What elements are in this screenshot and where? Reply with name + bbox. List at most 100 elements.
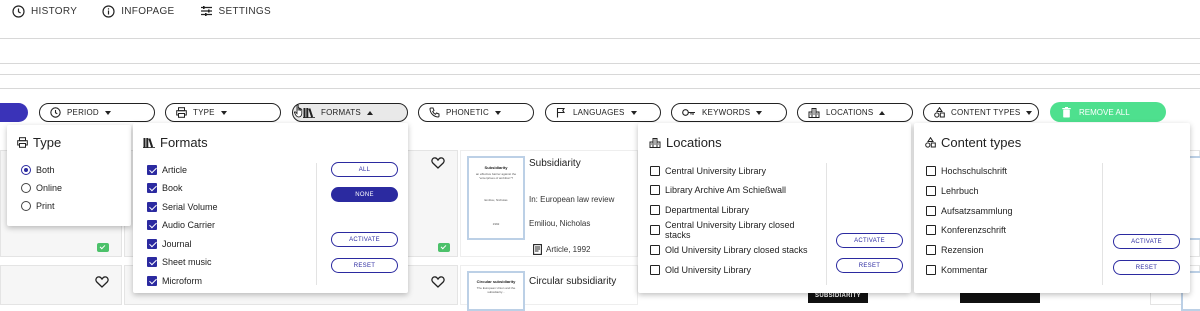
- filter-type-label: TYPE: [193, 108, 215, 117]
- content-type-label: Hochschulschrift: [941, 166, 1008, 176]
- radio[interactable]: [21, 183, 31, 193]
- filter-type[interactable]: TYPE: [165, 103, 281, 122]
- result-card[interactable]: [0, 265, 122, 305]
- checkbox[interactable]: [650, 245, 660, 255]
- content-type-option[interactable]: Lehrbuch: [926, 186, 979, 196]
- chevron-down-icon: [630, 110, 637, 115]
- filter-phonetic[interactable]: PHONETIC: [418, 103, 534, 122]
- type-option-label: Online: [36, 183, 63, 193]
- filter-period[interactable]: PERIOD: [39, 103, 155, 122]
- location-label: Library Archive Am Schießwall: [665, 185, 787, 195]
- content-type-option[interactable]: Aufsatzsammlung: [926, 206, 1013, 216]
- type-option-both[interactable]: Both: [21, 165, 55, 175]
- filter-content-types[interactable]: CONTENT TYPES: [923, 103, 1039, 122]
- checkbox[interactable]: [926, 186, 936, 196]
- hand-cursor-icon: [294, 104, 303, 118]
- result-card-circular-subsidiarity[interactable]: Circular subsidiarity The European Union…: [460, 265, 638, 311]
- reset-button[interactable]: RESET: [1113, 260, 1180, 275]
- type-option-print[interactable]: Print: [21, 201, 55, 211]
- checkbox[interactable]: [650, 225, 660, 235]
- checkbox[interactable]: [650, 166, 660, 176]
- reset-button[interactable]: RESET: [331, 258, 398, 273]
- activate-button[interactable]: ACTIVATE: [1113, 234, 1180, 249]
- location-option[interactable]: Library Archive Am Schießwall: [650, 185, 786, 195]
- type-option-online[interactable]: Online: [21, 183, 62, 193]
- checkbox-checked[interactable]: [147, 239, 157, 249]
- nav-history[interactable]: HISTORY: [12, 4, 77, 18]
- checkbox[interactable]: [926, 206, 936, 216]
- heart-icon[interactable]: [431, 157, 445, 169]
- search-button[interactable]: [0, 103, 28, 122]
- filter-locations[interactable]: LOCATIONS: [797, 103, 913, 122]
- select-all-button[interactable]: ALL: [331, 162, 398, 177]
- checkbox-checked[interactable]: [147, 202, 157, 212]
- checkbox[interactable]: [926, 166, 936, 176]
- format-microform[interactable]: Microform: [147, 276, 202, 286]
- content-type-label: Konferenzschrift: [941, 225, 1007, 235]
- locations-panel-title: Locations: [649, 135, 722, 150]
- books-icon: [143, 138, 155, 148]
- location-option[interactable]: Central University Library closed stacks: [650, 220, 810, 240]
- heart-icon[interactable]: [95, 276, 109, 288]
- heart-icon[interactable]: [431, 276, 445, 288]
- checkbox-checked[interactable]: [147, 276, 157, 286]
- checkbox[interactable]: [926, 245, 936, 255]
- nav-infopage[interactable]: INFOPAGE: [102, 4, 174, 18]
- location-option[interactable]: Old University Library closed stacks: [650, 245, 808, 255]
- article-icon: [533, 244, 542, 255]
- content-type-option[interactable]: Konferenzschrift: [926, 225, 1006, 235]
- radio-selected[interactable]: [21, 165, 31, 175]
- cover-image[interactable]: [960, 292, 1040, 303]
- content-type-option[interactable]: Hochschulschrift: [926, 166, 1007, 176]
- location-option[interactable]: Old University Library: [650, 265, 751, 275]
- result-title[interactable]: Subsidiarity: [529, 158, 581, 169]
- checkbox-checked[interactable]: [147, 257, 157, 267]
- filter-formats[interactable]: FORMATS: [292, 103, 408, 122]
- content-type-label: Lehrbuch: [941, 186, 979, 196]
- location-option[interactable]: Departmental Library: [650, 205, 749, 215]
- location-option[interactable]: Central University Library: [650, 166, 766, 176]
- format-label: Microform: [162, 276, 202, 286]
- nav-settings[interactable]: SETTINGS: [200, 5, 271, 17]
- checkbox[interactable]: [650, 205, 660, 215]
- checkbox-checked[interactable]: [147, 183, 157, 193]
- sliders-icon: [200, 6, 212, 16]
- content-type-option[interactable]: Kommentar: [926, 265, 988, 275]
- filter-languages[interactable]: LANGUAGES: [545, 103, 661, 122]
- checkbox[interactable]: [650, 265, 660, 275]
- location-label: Central University Library closed stacks: [665, 220, 795, 240]
- format-serial-volume[interactable]: Serial Volume: [147, 202, 218, 212]
- filter-formats-label: FORMATS: [321, 108, 361, 117]
- format-journal[interactable]: Journal: [147, 239, 192, 249]
- format-audio-carrier[interactable]: Audio Carrier: [147, 220, 215, 230]
- checkbox[interactable]: [926, 225, 936, 235]
- checkbox[interactable]: [650, 185, 660, 195]
- format-sheet-music[interactable]: Sheet music: [147, 257, 212, 267]
- format-article[interactable]: Article: [147, 165, 187, 175]
- activate-button[interactable]: ACTIVATE: [836, 233, 903, 248]
- result-cover-thumbnail[interactable]: Circular subsidiarity The European Union…: [467, 271, 525, 311]
- result-source: In: European law review: [529, 195, 615, 204]
- available-check-icon: [97, 243, 109, 252]
- radio[interactable]: [21, 201, 31, 211]
- library-building-icon: [649, 138, 661, 148]
- remove-all-button[interactable]: REMOVE ALL: [1050, 102, 1166, 122]
- formats-panel-title: Formats: [143, 135, 208, 150]
- result-title[interactable]: Circular subsidiarity: [529, 276, 616, 287]
- result-card-subsidiarity[interactable]: Subsidiarity an effective barrier agains…: [460, 150, 638, 257]
- checkbox[interactable]: [926, 265, 936, 275]
- content-type-option[interactable]: Rezension: [926, 245, 984, 255]
- format-book[interactable]: Book: [147, 183, 183, 193]
- formats-panel: Formats Article Book Serial Volume Audio…: [133, 123, 408, 293]
- select-none-button[interactable]: NONE: [331, 187, 398, 202]
- result-cover-thumbnail[interactable]: Subsidiarity an effective barrier agains…: [467, 156, 525, 240]
- result-author[interactable]: Emiliou, Nicholas: [529, 219, 590, 228]
- checkbox-checked[interactable]: [147, 165, 157, 175]
- activate-button[interactable]: ACTIVATE: [331, 232, 398, 247]
- chevron-down-icon: [756, 110, 763, 115]
- divider: [0, 38, 1200, 39]
- reset-button[interactable]: RESET: [836, 258, 903, 273]
- format-label: Audio Carrier: [162, 220, 216, 230]
- checkbox-checked[interactable]: [147, 220, 157, 230]
- filter-keywords[interactable]: KEYWORDS: [671, 103, 787, 122]
